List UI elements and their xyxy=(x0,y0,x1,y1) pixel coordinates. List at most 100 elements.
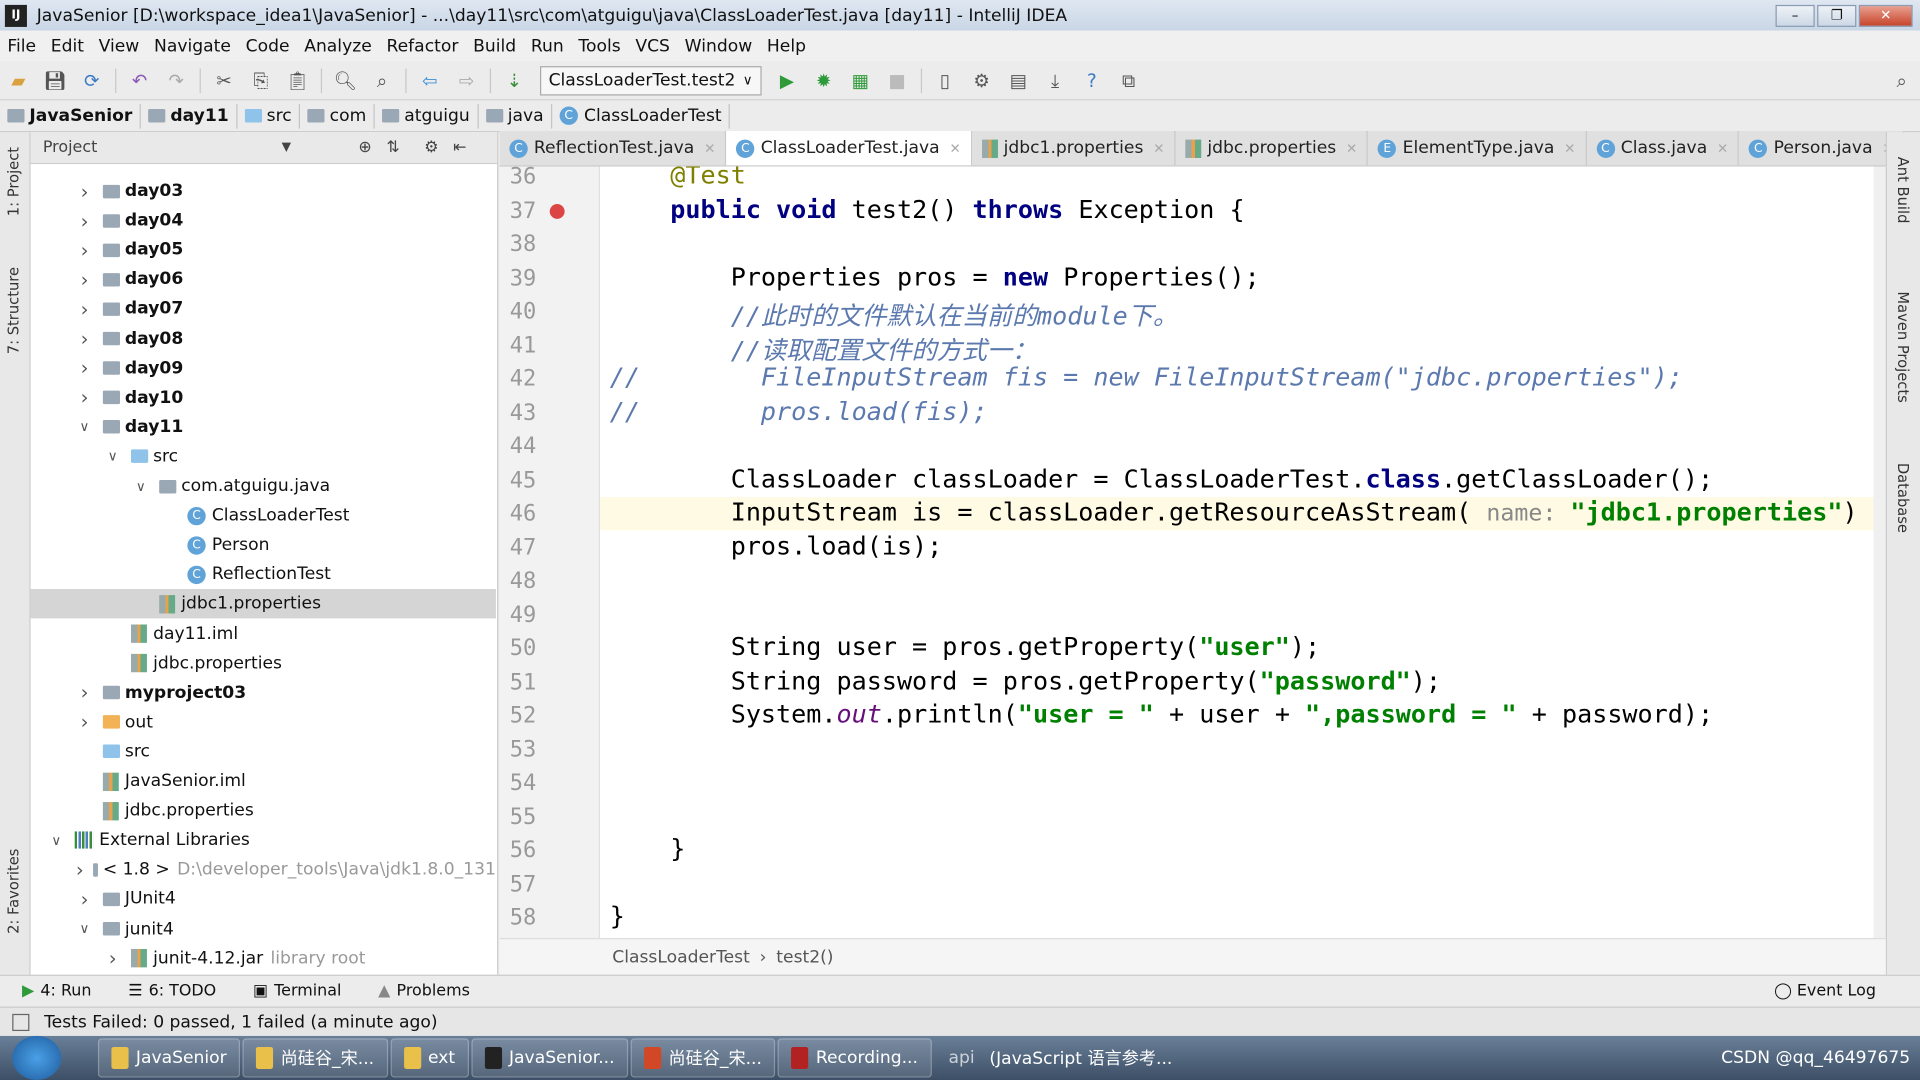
tree-item[interactable]: C ReflectionTest xyxy=(31,560,496,589)
tree-item[interactable]: ∨ com.atguigu.java xyxy=(31,471,496,500)
breadcrumb-item[interactable]: atguigu xyxy=(375,103,479,128)
code-line[interactable]: //此时的文件默认在当前的module下。 xyxy=(610,295,1178,332)
close-tab-icon[interactable]: ✕ xyxy=(1153,140,1164,156)
tree-item[interactable]: › JUnit4 xyxy=(31,885,496,914)
tree-item[interactable]: › day09 xyxy=(31,353,496,382)
close-button[interactable]: ✕ xyxy=(1858,4,1913,27)
menu-run[interactable]: Run xyxy=(523,36,571,56)
menu-help[interactable]: Help xyxy=(760,36,814,56)
chevron-right-icon[interactable]: › xyxy=(76,209,93,232)
code-line[interactable]: System.out.println("user = " + user + ",… xyxy=(610,699,1713,728)
chevron-right-icon[interactable]: › xyxy=(76,711,93,734)
code-line[interactable]: // pros.load(fis); xyxy=(610,396,988,425)
undo-icon[interactable]: ↶ xyxy=(126,67,153,94)
maven-projects-tool-button[interactable]: Maven Projects xyxy=(1894,291,1911,402)
menu-tools[interactable]: Tools xyxy=(571,36,628,56)
code-line[interactable]: public void test2() throws Exception { xyxy=(610,194,1244,223)
gear-icon[interactable]: ⚙ xyxy=(424,138,438,156)
tree-item[interactable]: day11.iml xyxy=(31,619,496,648)
tree-item[interactable]: › day07 xyxy=(31,294,496,323)
tree-item[interactable]: C Person xyxy=(31,530,496,559)
chevron-down-icon[interactable]: ▼ xyxy=(282,141,291,154)
paste-icon[interactable]: 📋︎ xyxy=(284,67,311,94)
code-line[interactable]: pros.load(is); xyxy=(610,531,943,560)
tree-item[interactable]: ∨ src xyxy=(31,442,496,471)
taskbar-js-reference[interactable]: (JavaScript 语言参考... xyxy=(989,1046,1172,1070)
ant-build-tool-button[interactable]: Ant Build xyxy=(1894,157,1911,224)
settings-icon[interactable]: ⚙ xyxy=(968,67,995,94)
start-button[interactable] xyxy=(12,1035,62,1080)
sdk-icon[interactable]: ⤓ xyxy=(1042,67,1069,94)
taskbar-item[interactable]: 尚硅谷_宋... xyxy=(630,1038,776,1078)
tab-jdbc-properties[interactable]: jdbc.properties ✕ xyxy=(1175,131,1369,166)
chevron-right-icon[interactable]: › xyxy=(76,179,93,202)
cut-icon[interactable]: ✂ xyxy=(211,67,238,94)
run-icon[interactable]: ▶ xyxy=(773,67,800,94)
copy-icon[interactable]: ⎘ xyxy=(247,67,274,94)
code-line[interactable]: String password = pros.getProperty("pass… xyxy=(610,666,1441,695)
chevron-down-icon[interactable]: ∨ xyxy=(48,832,65,848)
taskbar-item[interactable]: 尚硅谷_宋... xyxy=(242,1038,388,1078)
crumb-method[interactable]: test2() xyxy=(776,947,833,967)
collapse-icon[interactable]: ⇅ xyxy=(386,138,399,156)
close-tab-icon[interactable]: ✕ xyxy=(949,140,960,156)
todo-tool-button[interactable]: ☰ 6: TODO xyxy=(128,982,216,1000)
tree-item[interactable]: › day04 xyxy=(31,206,496,235)
breadcrumb-item[interactable]: src xyxy=(237,103,301,128)
menu-refactor[interactable]: Refactor xyxy=(379,36,466,56)
tab-class-java[interactable]: C Class.java ✕ xyxy=(1586,131,1740,166)
hide-icon[interactable]: ⇤ xyxy=(453,138,466,156)
tree-item[interactable]: › day06 xyxy=(31,265,496,294)
tree-item[interactable]: ∨ day11 xyxy=(31,412,496,441)
terminal-tool-button[interactable]: ▣ Terminal xyxy=(253,982,341,1000)
taskbar-item[interactable]: Recording... xyxy=(777,1038,932,1078)
find-icon[interactable]: 🔍︎ xyxy=(332,67,359,94)
tree-item[interactable]: › out xyxy=(31,708,496,737)
database-tool-button[interactable]: Database xyxy=(1894,463,1911,533)
code-line[interactable]: String user = pros.getProperty("user"); xyxy=(610,632,1320,661)
code-line[interactable]: } xyxy=(610,901,625,930)
tree-item[interactable]: › myproject03 xyxy=(31,678,496,707)
tree-item[interactable]: src xyxy=(31,737,496,766)
forward-icon[interactable]: ⇨ xyxy=(453,67,480,94)
breadcrumb-item[interactable]: day11 xyxy=(141,103,238,128)
code-line[interactable]: ClassLoader classLoader = ClassLoaderTes… xyxy=(610,463,1713,492)
code-line[interactable]: Properties pros = new Properties(); xyxy=(610,261,1260,290)
chevron-right-icon[interactable]: › xyxy=(76,327,93,350)
code-editor[interactable]: @Test public void test2() throws Excepti… xyxy=(600,166,1874,938)
plugin-icon[interactable]: ⧉ xyxy=(1115,67,1142,94)
open-icon[interactable]: ▰ xyxy=(5,67,32,94)
chevron-down-icon[interactable]: ∨ xyxy=(76,921,93,937)
chevron-right-icon[interactable]: › xyxy=(104,947,121,970)
breadcrumb-item[interactable]: com xyxy=(300,103,375,128)
help-icon[interactable]: ? xyxy=(1078,67,1105,94)
project-structure-icon[interactable]: ▤ xyxy=(1005,67,1032,94)
code-line[interactable]: @Test xyxy=(610,167,746,190)
tab-classloadertest-java[interactable]: C ClassLoaderTest.java ✕ xyxy=(726,131,972,166)
code-line[interactable]: } xyxy=(610,834,685,863)
breakpoint-error-icon[interactable]: ● xyxy=(549,198,566,221)
taskbar-item[interactable]: ext xyxy=(390,1038,469,1078)
breadcrumb-item[interactable]: JavaSenior xyxy=(0,103,141,128)
run-tool-button[interactable]: ▶ 4: Run xyxy=(22,982,91,1000)
structure-tool-button[interactable]: 7: Structure xyxy=(5,267,22,354)
close-tab-icon[interactable]: ✕ xyxy=(1564,140,1575,156)
problems-tool-button[interactable]: ▲ Problems xyxy=(378,982,470,1000)
tree-item[interactable]: ∨ External Libraries xyxy=(31,826,496,855)
chevron-down-icon[interactable]: ∨ xyxy=(104,449,121,465)
tree-item[interactable]: jdbc1.properties xyxy=(30,589,496,619)
status-message[interactable]: Tests Failed: 0 passed, 1 failed (a minu… xyxy=(44,1012,437,1032)
menu-code[interactable]: Code xyxy=(238,36,297,56)
code-line[interactable]: //读取配置文件的方式一： xyxy=(610,329,1037,366)
coverage-icon[interactable]: ▦ xyxy=(847,67,874,94)
build-icon[interactable]: ⇣ xyxy=(501,67,528,94)
menu-view[interactable]: View xyxy=(91,36,146,56)
crumb-class[interactable]: ClassLoaderTest xyxy=(612,947,750,967)
chevron-right-icon[interactable]: › xyxy=(76,238,93,261)
replace-icon[interactable]: ⌕ xyxy=(369,67,396,94)
menu-edit[interactable]: Edit xyxy=(43,36,91,56)
search-everywhere-icon[interactable]: ⌕ xyxy=(1888,67,1915,94)
tree-item[interactable]: › day10 xyxy=(31,383,496,412)
sync-icon[interactable]: ⟳ xyxy=(78,67,105,94)
menu-file[interactable]: File xyxy=(0,36,43,56)
